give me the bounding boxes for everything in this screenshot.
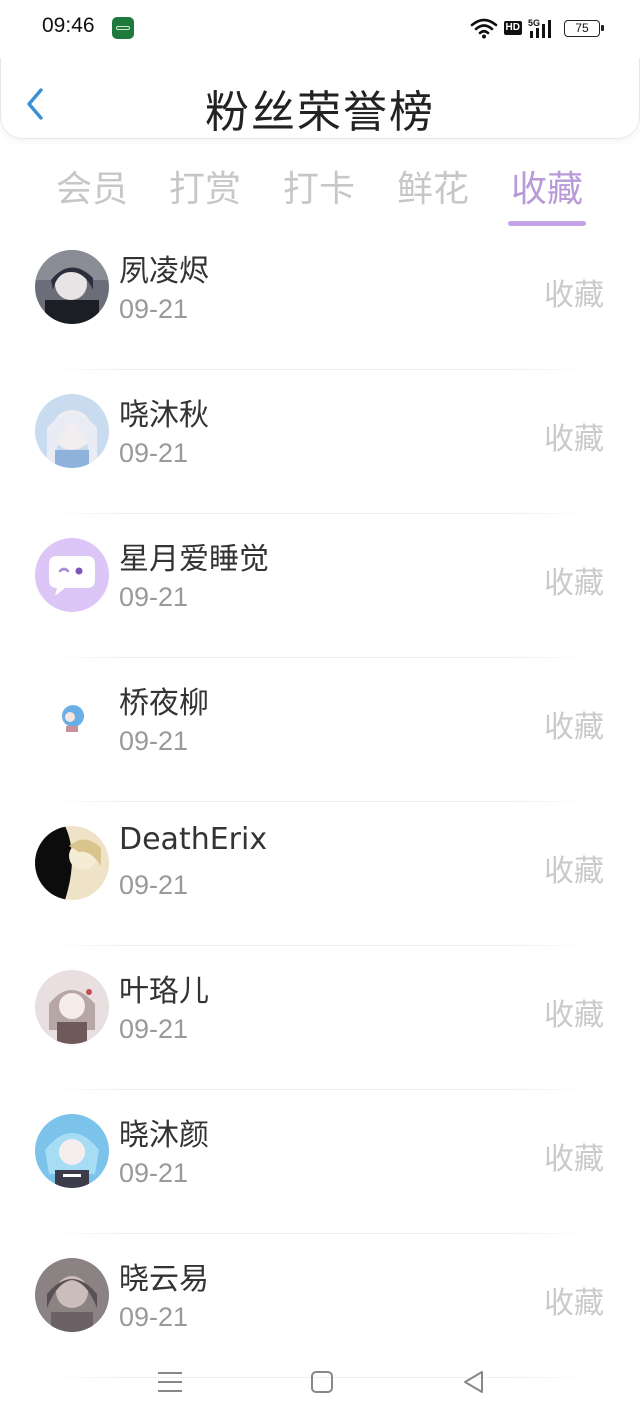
signal-icon: 5G [528,18,551,38]
fan-date: 09-21 [119,582,189,612]
svg-text:5G: 5G [528,18,540,28]
action-label: 收藏 [544,998,604,1033]
status-bar: 09:46 HD 5G 75 [0,0,640,58]
fan-date: 09-21 [119,870,189,900]
fan-name: 哓沐秋 [119,398,209,433]
fan-list: 夙凌烬 09-21 收藏 哓沐秋 09-21 收藏 星月爱睡觉 09-21 收藏 [0,226,640,1378]
action-label: 收藏 [544,710,604,745]
avatar [35,250,109,324]
avatar [35,826,109,900]
tab-reward[interactable]: 打赏 [155,160,255,212]
back-triangle-icon[interactable] [460,1368,488,1396]
battery-icon: 75 [564,19,604,37]
action-label: 收藏 [544,422,604,457]
avatar [35,970,109,1044]
tab-flower[interactable]: 鲜花 [383,160,483,212]
home-square-icon[interactable] [308,1368,336,1396]
avatar [35,1114,109,1188]
fan-date: 09-21 [119,294,189,324]
fan-name: 晓云易 [119,1262,209,1297]
fan-name: 叶珞儿 [119,974,209,1009]
system-nav-bar [0,1350,640,1422]
page-title: 粉丝荣誉榜 [205,87,435,138]
list-item[interactable]: 哓沐秋 09-21 收藏 [0,370,640,514]
action-label: 收藏 [544,278,604,313]
header: 粉丝荣誉榜 [0,58,640,139]
action-label: 收藏 [544,566,604,601]
action-label: 收藏 [544,854,604,889]
fan-date: 09-21 [119,726,189,756]
list-item[interactable]: 夙凌烬 09-21 收藏 [0,226,640,370]
list-item[interactable]: 叶珞儿 09-21 收藏 [0,946,640,1090]
action-label: 收藏 [544,1142,604,1177]
action-label: 收藏 [544,1286,604,1321]
wifi-icon [470,18,497,39]
fan-name: DeathErix [119,822,268,857]
menu-icon[interactable] [156,1368,184,1396]
list-item[interactable]: 晓沐颜 09-21 收藏 [0,1090,640,1234]
hd-icon: HD [503,21,522,35]
app-notification-icon [112,17,134,39]
fan-name: 夙凌烬 [119,254,209,289]
tab-bar: 会员 打赏 打卡 鲜花 收藏 [0,160,640,230]
list-item[interactable]: 星月爱睡觉 09-21 收藏 [0,514,640,658]
fan-name: 星月爱睡觉 [119,542,269,577]
list-item[interactable]: DeathErix 09-21 收藏 [0,802,640,946]
fan-date: 09-21 [119,1302,189,1332]
avatar [35,538,109,612]
avatar [35,682,109,756]
fan-name: 桥夜柳 [119,686,209,721]
fan-date: 09-21 [119,1014,189,1044]
status-time: 09:46 [42,14,95,37]
fan-date: 09-21 [119,1158,189,1188]
fan-date: 09-21 [119,438,189,468]
avatar [35,1258,109,1332]
fan-name: 晓沐颜 [119,1118,209,1153]
status-icons: HD 5G 75 [470,16,604,40]
tab-favorite[interactable]: 收藏 [497,160,597,212]
list-item[interactable]: 桥夜柳 09-21 收藏 [0,658,640,802]
avatar [35,394,109,468]
tab-checkin[interactable]: 打卡 [269,160,369,212]
tab-member[interactable]: 会员 [42,160,142,212]
battery-level: 75 [575,21,589,35]
